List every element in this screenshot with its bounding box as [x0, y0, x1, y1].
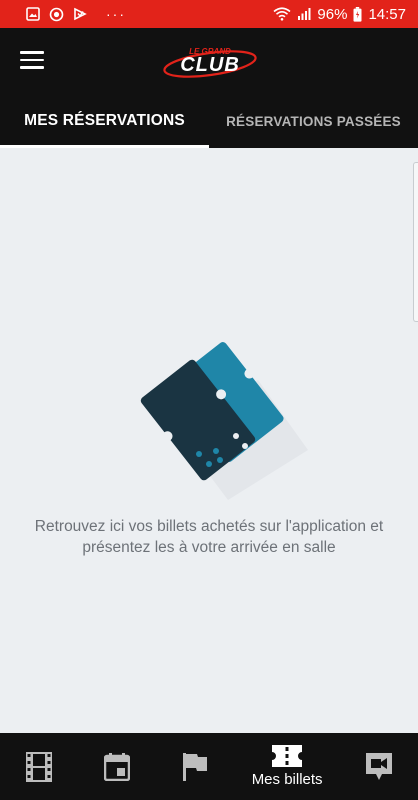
flag-icon — [183, 752, 208, 781]
reservations-content: Retrouvez ici vos billets achetés sur l'… — [0, 148, 418, 733]
clock: 14:57 — [368, 5, 406, 23]
image-icon — [26, 7, 40, 21]
nav-video[interactable] — [340, 733, 418, 800]
ticket-icon — [272, 745, 303, 767]
status-bar: ··· 96% 14:57 — [0, 0, 418, 28]
status-right: 96% 14:57 — [273, 6, 406, 23]
tab-reservations-passees[interactable]: RÉSERVATIONS PASSÉES — [209, 94, 418, 148]
scrollbar[interactable] — [413, 162, 418, 322]
tickets-illustration — [108, 340, 308, 500]
tab-label: RÉSERVATIONS PASSÉES — [226, 113, 401, 129]
film-icon — [26, 751, 53, 782]
svg-text:CLUB: CLUB — [180, 54, 240, 76]
more-notifications-dots: ··· — [106, 6, 126, 22]
empty-message-line-1: Retrouvez ici vos billets achetés sur l'… — [34, 518, 384, 535]
signal-icon — [297, 7, 311, 21]
nav-calendar[interactable] — [78, 733, 156, 800]
tab-mes-reservations[interactable]: MES RÉSERVATIONS — [0, 94, 209, 148]
nav-mes-billets[interactable]: Mes billets — [234, 733, 339, 800]
hamburger-icon[interactable] — [14, 45, 50, 75]
status-left: ··· — [26, 6, 126, 22]
tab-label: MES RÉSERVATIONS — [24, 112, 185, 129]
video-chat-icon — [365, 752, 392, 780]
empty-message-line-2: présentez les à votre arrivée en salle — [82, 539, 336, 556]
wifi-icon — [273, 7, 291, 21]
calendar-icon — [104, 752, 131, 781]
battery-percent: 96% — [317, 5, 348, 23]
download-icon — [73, 7, 87, 21]
app-header: LE GRAND CLUB — [0, 28, 418, 94]
nav-events[interactable] — [156, 733, 234, 800]
app-icon — [49, 7, 64, 22]
battery-icon — [353, 6, 362, 22]
bottom-navigation: Mes billets — [0, 733, 418, 800]
nav-films[interactable] — [0, 733, 78, 800]
reservation-tabs: MES RÉSERVATIONS RÉSERVATIONS PASSÉES — [0, 94, 418, 148]
nav-label: Mes billets — [251, 771, 323, 788]
le-grand-club-logo: LE GRAND CLUB — [160, 44, 260, 80]
empty-state-message: Retrouvez ici vos billets achetés sur l'… — [0, 516, 418, 558]
